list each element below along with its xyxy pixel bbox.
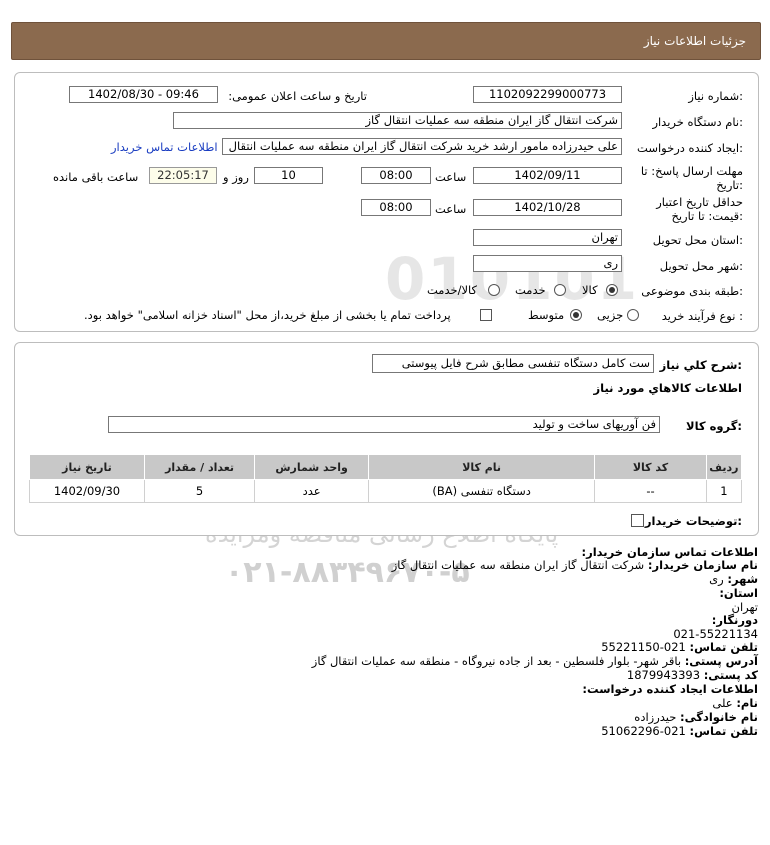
goods-table-header: ردیف کد کالا نام کالا واحد شمارش تعداد /… (29, 454, 743, 480)
description-field[interactable]: ست کامل دستگاه تنفسی مطابق شرح فایل پیوس… (372, 354, 654, 373)
validity-date-field[interactable]: 1402/10/28 (473, 199, 622, 216)
contact-postal-label: کد پستی: (703, 668, 758, 682)
table-row: 1 -- دستگاه تنفسی (BA) عدد 5 1402/09/30 (29, 479, 743, 503)
category-radio-goods[interactable] (606, 284, 618, 296)
contact-province-line: استان: (719, 586, 758, 600)
cell-unit: عدد (254, 479, 369, 503)
contact-city-line: شهر: ری (709, 572, 758, 586)
creator-phone-label: تلفن تماس: (689, 724, 758, 738)
goods-table: ردیف کد کالا نام کالا واحد شمارش تعداد /… (29, 454, 743, 503)
contact-address: باقر شهر- بلوار فلسطین - بعد از جاده نیر… (311, 654, 682, 668)
category-option-service: خدمت (515, 283, 546, 297)
buyer-notes-checkbox[interactable] (631, 514, 644, 527)
cell-row: 1 (705, 479, 743, 503)
contact-city-label: شهر: (727, 572, 758, 586)
creator-last-name-label: نام خانوادگی: (680, 710, 758, 724)
category-radio-service[interactable] (554, 284, 566, 296)
description-label: شرح کلي نياز: (659, 358, 742, 372)
col-name: نام کالا (367, 454, 596, 480)
cell-need-date: 1402/09/30 (29, 479, 145, 503)
col-row: ردیف (705, 454, 743, 480)
deadline-label-line1: مهلت ارسال پاسخ: تا (640, 164, 743, 178)
contact-org-name: شرکت انتقال گاز ایران منطقه سه عملیات ان… (391, 558, 645, 572)
creator-last-name: حیدرزاده (634, 710, 677, 724)
cell-name: دستگاه تنفسی (BA) (367, 479, 596, 503)
creator-first-name: علی (712, 696, 733, 710)
contact-province-label: استان: (719, 586, 758, 600)
buyer-notes-label: توضیحات خریدار: (644, 514, 742, 528)
contact-address-label: آدرس پستی: (684, 654, 758, 668)
contact-province-value-line: تهران (732, 600, 759, 614)
deadline-time-field[interactable]: 08:00 (361, 167, 431, 184)
need-number-field[interactable]: 1102092299000773 (473, 86, 622, 103)
col-unit: واحد شمارش (254, 454, 369, 480)
contact-fax-value-line: 021-55221134 (673, 627, 758, 641)
treasury-payment-note: پرداخت تمام یا بخشی از مبلغ خرید،از محل … (84, 308, 451, 322)
remaining-time-label: ساعت باقی مانده (53, 170, 139, 184)
treasury-payment-checkbox[interactable] (480, 309, 492, 321)
announce-datetime-field[interactable]: 1402/08/30 - 09:46 (69, 86, 218, 103)
goods-group-label: گروه کالا: (686, 419, 742, 433)
contact-address-line: آدرس پستی: باقر شهر- بلوار فلسطین - بعد … (312, 654, 758, 668)
contact-province: تهران (731, 600, 759, 614)
page-header: جزئیات اطلاعات نیاز (11, 22, 761, 60)
contact-fax-line: دورنگار: (712, 613, 758, 627)
contact-postal-line: کد پستی: 1879943393 (627, 668, 758, 682)
category-label: طبقه بندی موضوعی: (641, 284, 743, 298)
creator-label: ایجاد کننده درخواست: (637, 141, 743, 155)
creator-info-title: اطلاعات ایجاد کننده درخواست: (582, 682, 758, 696)
process-radio-minor[interactable] (627, 309, 639, 321)
validity-time-label: ساعت (435, 202, 467, 216)
category-radio-goods-service[interactable] (488, 284, 500, 296)
col-quantity: تعداد / مقدار (143, 454, 256, 480)
need-number-label: شماره نیاز: (688, 89, 743, 103)
process-option-minor: جزیی (597, 308, 624, 322)
contact-org-line: نام سازمان خریدار: شرکت انتقال گاز ایران… (392, 558, 758, 572)
buyer-org-field[interactable]: شرکت انتقال گاز ایران منطقه سه عملیات ان… (173, 112, 622, 129)
announce-datetime-label: تاریخ و ساعت اعلان عمومی: (228, 89, 367, 103)
contact-org-title: اطلاعات تماس سازمان خریدار: (581, 545, 758, 559)
col-need-date: تاریخ نیاز (29, 454, 145, 480)
contact-org-name-label: نام سازمان خریدار: (647, 558, 758, 572)
contact-fax-label: دورنگار: (711, 613, 758, 627)
days-field[interactable]: 10 (254, 167, 323, 184)
creator-phone: 021-51062296 (601, 724, 686, 738)
days-label: روز و (223, 170, 249, 184)
remaining-time-field: 22:05:17 (149, 167, 217, 184)
process-option-medium: متوسط (528, 308, 565, 322)
cell-code: -- (594, 479, 707, 503)
category-option-goods-service: کالا/خدمت (427, 283, 478, 297)
deadline-date-field[interactable]: 1402/09/11 (473, 167, 622, 184)
deadline-time-label: ساعت (435, 170, 467, 184)
contact-fax: 021-55221134 (673, 627, 758, 641)
creator-field[interactable]: علی حیدرزاده مامور ارشد خرید شرکت انتقال… (222, 138, 622, 155)
creator-first-name-label: نام: (736, 696, 758, 710)
validity-label-line2: قیمت: تا تاریخ: (671, 209, 743, 223)
city-field[interactable]: ری (473, 255, 622, 272)
buyer-org-label: نام دستگاه خریدار: (652, 115, 743, 129)
page-title: جزئیات اطلاعات نیاز (643, 34, 746, 48)
contact-phone: 021-55221150 (601, 640, 686, 654)
process-radio-medium[interactable] (570, 309, 582, 321)
contact-phone-line: تلفن تماس: 021-55221150 (601, 640, 758, 654)
city-label: شهر محل تحویل: (659, 259, 743, 273)
buyer-contact-link[interactable]: اطلاعات تماس خریدار (111, 140, 218, 154)
cell-quantity: 5 (143, 479, 256, 503)
process-label: نوع فرآیند خرید : (661, 309, 743, 323)
validity-time-field[interactable]: 08:00 (361, 199, 431, 216)
col-code: کد کالا (594, 454, 707, 480)
contact-postal: 1879943393 (626, 668, 701, 682)
contact-phone-label: تلفن تماس: (689, 640, 758, 654)
contact-city: ری (709, 572, 724, 586)
province-label: استان محل تحویل: (652, 233, 743, 247)
province-field[interactable]: تهران (473, 229, 622, 246)
creator-phone-line: تلفن تماس: 021-51062296 (601, 724, 758, 738)
creator-first-name-line: نام: علی (712, 696, 758, 710)
creator-last-name-line: نام خانوادگی: حیدرزاده (634, 710, 758, 724)
deadline-label-line2: تاریخ: (716, 178, 743, 192)
goods-info-title: اطلاعات کالاهاي مورد نياز (593, 381, 742, 395)
validity-label-line1: حداقل تاریخ اعتبار (656, 195, 743, 209)
goods-group-field[interactable]: فن آوریهای ساخت و تولید (108, 416, 660, 433)
category-option-goods: کالا (582, 283, 598, 297)
